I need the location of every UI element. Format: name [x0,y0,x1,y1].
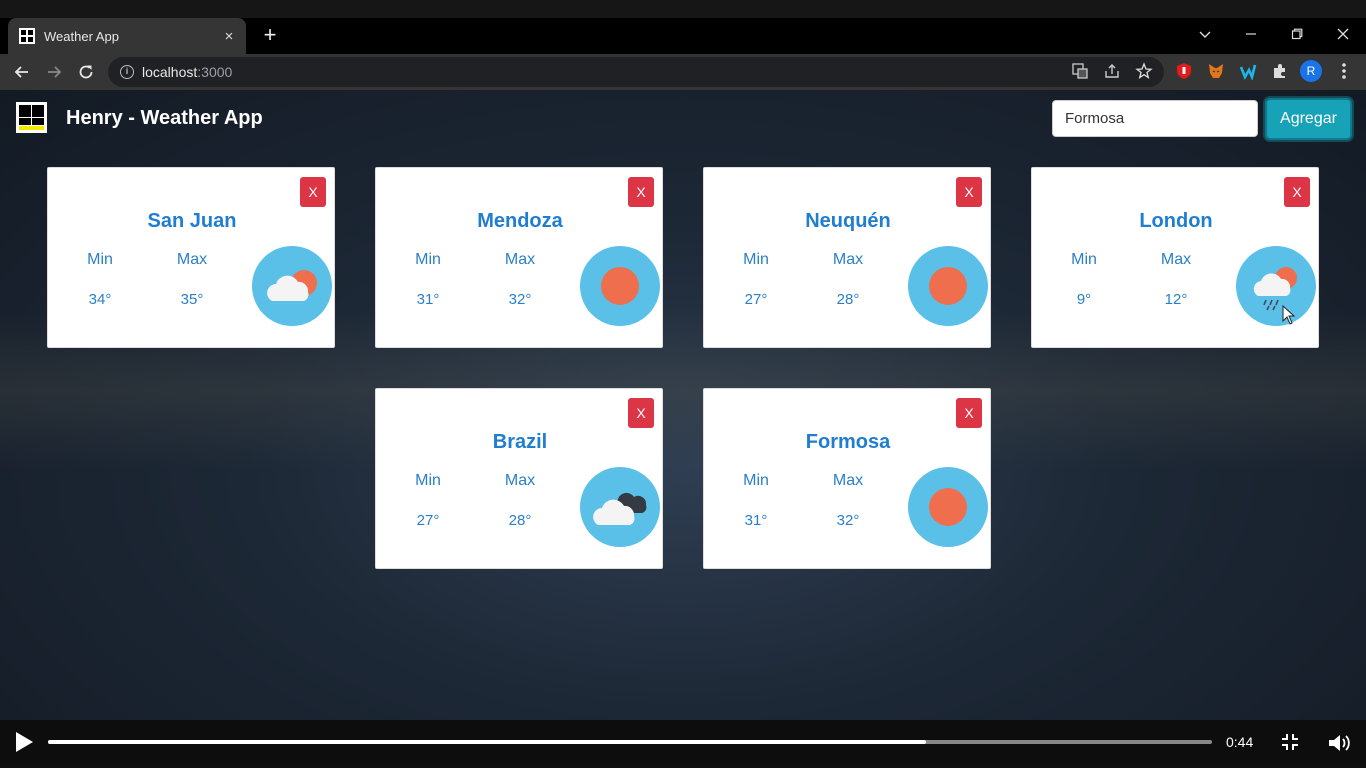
extensions-puzzle-icon[interactable] [1270,62,1290,82]
weather-app-page: Henry - Weather App Agregar X San Juan M… [0,90,1366,720]
window-top-strip [0,0,1366,18]
address-bar[interactable]: i localhost:3000 [108,57,1164,87]
tab-bar: Weather App × + [0,18,1366,54]
min-temp: 34° [88,291,112,308]
min-label: Min [1071,251,1097,268]
sun-icon [580,246,660,326]
extension-red-icon[interactable] [1174,62,1194,82]
max-temp: 28° [508,512,532,529]
min-temp: 31° [744,512,768,529]
max-label: Max [504,251,536,268]
remove-card-button[interactable]: X [1284,177,1310,207]
exit-fullscreen-icon[interactable] [1280,732,1300,752]
tab-close-icon[interactable]: × [220,28,238,45]
max-temp: 32° [836,512,860,529]
remove-card-button[interactable]: X [956,398,982,428]
min-label: Min [743,251,769,268]
min-label: Min [87,251,113,268]
seek-bar[interactable] [48,740,1212,744]
forward-arrow-icon[interactable] [42,60,66,84]
page-title: Henry - Weather App [66,107,263,129]
partly-cloudy-icon [252,246,332,326]
video-controls: 0:44 [0,720,1366,768]
sun-icon [908,246,988,326]
tab-title: Weather App [44,28,119,44]
play-icon[interactable] [16,732,33,752]
app-favicon-icon [19,28,35,44]
min-temp: 9° [1076,291,1092,308]
remove-card-button[interactable]: X [628,177,654,207]
tab-weather-app[interactable]: Weather App × [8,18,246,54]
mouse-cursor-icon [1282,305,1296,325]
remove-card-button[interactable]: X [956,177,982,207]
max-label: Max [176,251,208,268]
max-temp: 32° [508,291,532,308]
min-label: Min [743,472,769,489]
video-time: 0:44 [1226,734,1254,750]
city-card: X London Min Max 9° 12° [1031,167,1319,348]
reload-icon[interactable] [74,60,98,84]
bookmark-star-icon[interactable] [1134,62,1154,82]
henry-logo-icon [16,102,47,133]
share-icon[interactable] [1102,62,1122,82]
max-temp: 28° [836,291,860,308]
restore-icon[interactable] [1274,18,1320,50]
city-name: San Juan [147,210,237,232]
url-host: localhost [142,64,198,80]
city-card: X Brazil Min Max 27° 28° [375,388,663,569]
new-tab-button[interactable]: + [258,23,282,47]
city-name: Formosa [805,431,891,453]
volume-icon[interactable] [1327,732,1351,754]
site-info-icon[interactable]: i [120,65,134,79]
city-name: Brazil [492,431,548,453]
max-label: Max [832,251,864,268]
remove-card-button[interactable]: X [628,398,654,428]
min-label: Min [415,472,441,489]
url-port: :3000 [197,64,233,80]
city-card: X Mendoza Min Max 31° 32° [375,167,663,348]
min-label: Min [415,251,441,268]
city-card: X San Juan Min Max 34° 35° [47,167,335,348]
max-label: Max [832,472,864,489]
translate-icon[interactable] [1070,62,1090,82]
minimize-icon[interactable] [1228,18,1274,50]
city-search-input[interactable] [1052,100,1258,137]
kebab-menu-icon[interactable] [1334,62,1354,82]
close-window-icon[interactable] [1320,18,1366,50]
max-temp: 12° [1164,291,1188,308]
city-name: London [1139,210,1213,232]
rain-icon [1236,246,1316,326]
seek-progress [48,740,926,744]
cloudy-icon [580,467,660,547]
min-temp: 27° [416,512,440,529]
back-arrow-icon[interactable] [10,60,34,84]
min-temp: 27° [744,291,768,308]
add-city-button[interactable]: Agregar [1265,98,1352,140]
max-label: Max [504,472,536,489]
profile-avatar[interactable]: R [1300,60,1322,82]
tab-search-chevron-icon[interactable] [1182,18,1228,50]
max-label: Max [1160,251,1192,268]
min-temp: 31° [416,291,440,308]
max-temp: 35° [180,291,204,308]
city-name: Mendoza [477,210,563,232]
city-name: Neuquén [805,210,891,232]
city-card: X Formosa Min Max 31° 32° [703,388,991,569]
metamask-fox-icon[interactable] [1206,62,1226,82]
remove-card-button[interactable]: X [300,177,326,207]
browser-toolbar: i localhost:3000 [0,54,1366,90]
city-card: X Neuquén Min Max 27° 28° [703,167,991,348]
sun-icon [908,467,988,547]
vimeo-extension-icon[interactable] [1238,62,1258,82]
